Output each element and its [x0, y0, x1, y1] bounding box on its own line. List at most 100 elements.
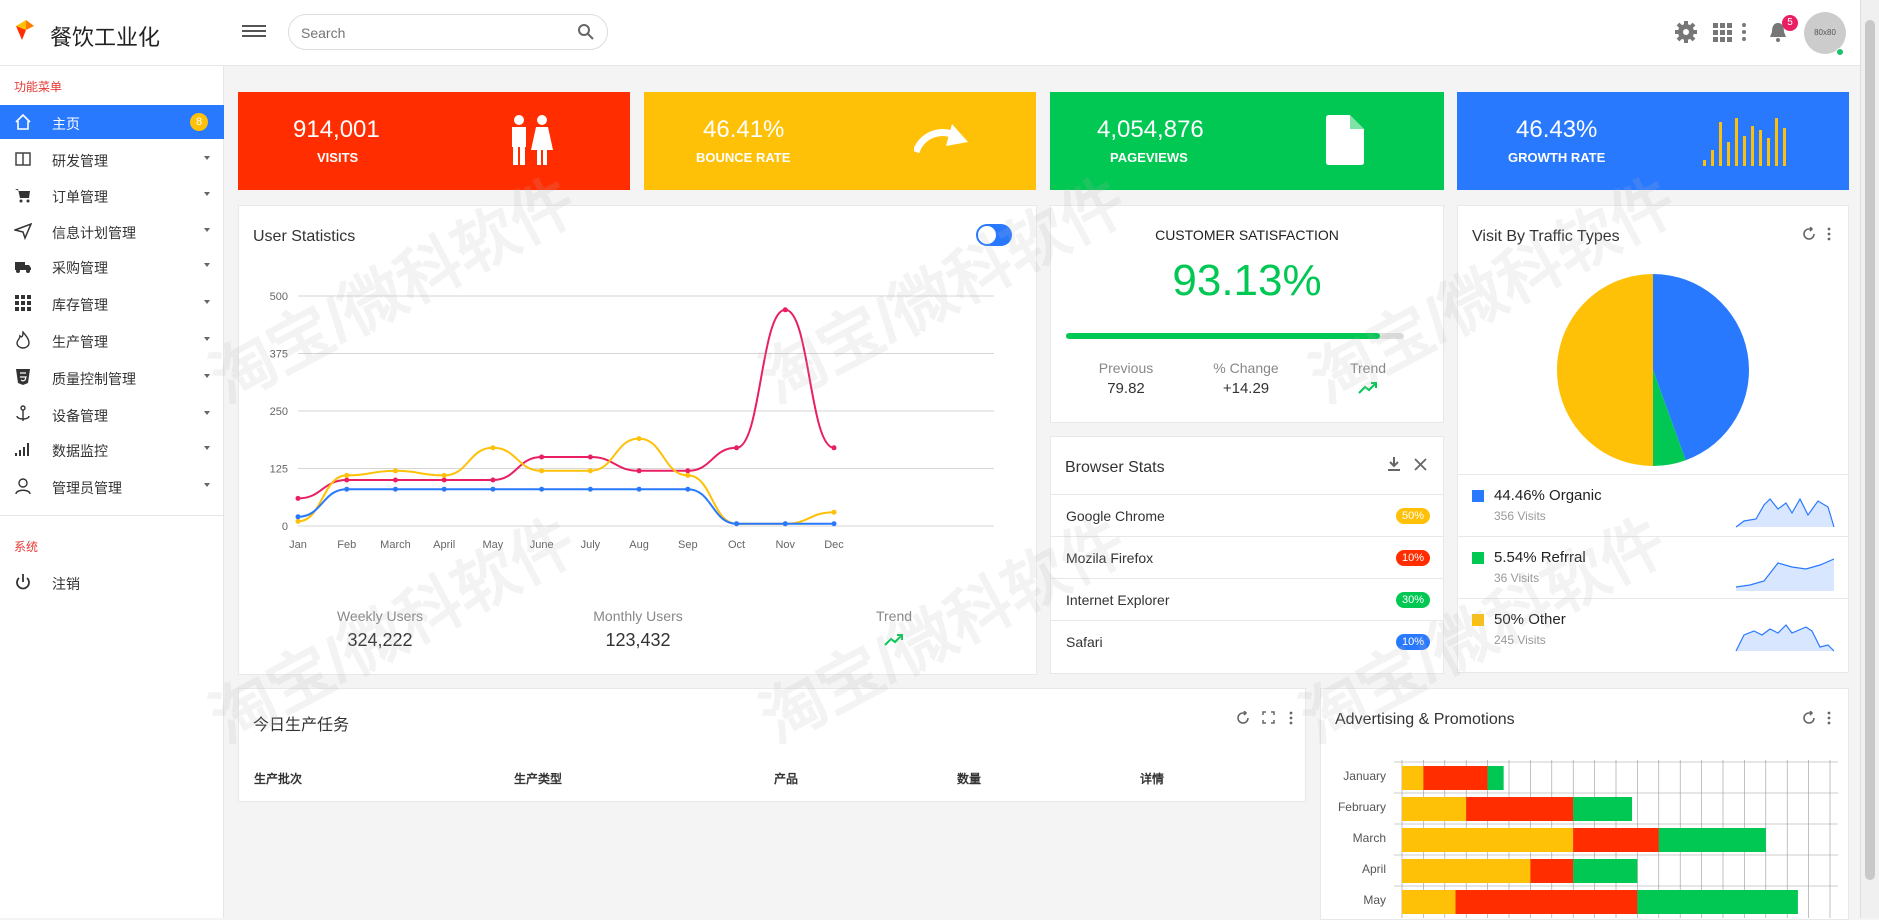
sidebar-item-equipment[interactable]: 设备管理: [0, 397, 224, 431]
legend-swatch: [1472, 552, 1484, 564]
data-point: [539, 468, 545, 474]
table-header: 生产批次: [254, 772, 303, 786]
people-icon: [512, 115, 553, 165]
sidebar-item-quality[interactable]: 质量控制管理: [0, 360, 224, 394]
bar-segment: [1402, 766, 1424, 790]
bar-segment: [1573, 828, 1659, 852]
refresh-icon[interactable]: [1802, 227, 1816, 241]
data-point: [636, 468, 642, 474]
stat-label: GROWTH RATE: [1508, 150, 1606, 165]
book-icon: [15, 152, 31, 166]
trending-up-icon: [884, 634, 903, 646]
apps-grid-icon[interactable]: [1710, 20, 1734, 44]
x-tick-label: Aug: [629, 539, 649, 551]
browser-percent-badge: 10%: [1395, 634, 1430, 650]
download-icon[interactable]: [1386, 456, 1402, 472]
y-tick-label: March: [1353, 831, 1386, 845]
data-point: [587, 454, 593, 460]
data-point: [685, 486, 691, 492]
trending-up-icon: [1358, 382, 1377, 394]
paper-plane-icon: [14, 222, 32, 240]
more-vertical-icon[interactable]: [1288, 711, 1294, 725]
x-tick-label: May: [483, 539, 504, 551]
cart-icon: [15, 189, 30, 203]
data-point: [344, 477, 350, 483]
y-tick-label: February: [1338, 800, 1386, 814]
x-tick-label: June: [530, 539, 554, 551]
fullscreen-icon[interactable]: [1262, 711, 1275, 724]
sidebar-item-purchase[interactable]: 采购管理: [0, 249, 224, 283]
data-point: [734, 521, 740, 527]
more-vertical-icon[interactable]: [1738, 20, 1750, 44]
sidebar-item-production[interactable]: 生产管理: [0, 323, 224, 357]
visits-card: 914,001 VISITS: [238, 92, 630, 190]
more-vertical-icon[interactable]: [1826, 711, 1832, 725]
menu-toggle-icon[interactable]: [242, 22, 266, 42]
sidebar-item-info-plan[interactable]: 信息计划管理: [0, 214, 224, 248]
sidebar-item-label: 注销: [52, 576, 80, 592]
sidebar-item-admins[interactable]: 管理员管理: [0, 469, 224, 503]
browser-row: Google Chrome 50%: [1050, 494, 1444, 536]
data-point: [295, 514, 301, 520]
user-stats-toggle[interactable]: [976, 224, 1012, 246]
sidebar: 功能菜单 主页 8 研发管理 订单管理 信息计划管理 采购管理 库存管理 生产管…: [0, 66, 224, 918]
chevron-down-icon: [204, 263, 210, 267]
page-scrollbar[interactable]: [1860, 0, 1879, 918]
sidebar-divider: [0, 515, 224, 516]
bar-segment: [1402, 828, 1574, 852]
table-header: 数量: [957, 772, 982, 786]
scrollbar-thumb[interactable]: [1865, 20, 1875, 880]
sidebar-item-logout[interactable]: 注销: [0, 565, 224, 599]
y-tick-label: April: [1362, 862, 1386, 876]
sidebar-item-rnd[interactable]: 研发管理: [0, 142, 224, 176]
panel-title: User Statistics: [253, 228, 356, 245]
traffic-row: 50% Other 245 Visits: [1458, 598, 1848, 660]
data-point: [734, 445, 740, 451]
data-point: [782, 307, 788, 313]
table-header: 产品: [774, 772, 799, 786]
y-tick-label: January: [1343, 769, 1386, 783]
legend-swatch: [1472, 614, 1484, 626]
data-point: [782, 521, 788, 527]
panel-title: 今日生产任务: [253, 717, 350, 734]
data-point: [490, 477, 496, 483]
data-point: [441, 472, 447, 478]
more-vertical-icon[interactable]: [1826, 227, 1832, 241]
gear-icon[interactable]: [1674, 20, 1698, 44]
sidebar-item-orders[interactable]: 订单管理: [0, 178, 224, 212]
sidebar-item-label: 库存管理: [52, 297, 108, 313]
sidebar-item-monitoring[interactable]: 数据监控: [0, 432, 224, 466]
data-point: [539, 486, 545, 492]
legend-swatch: [1472, 490, 1484, 502]
sidebar-item-home[interactable]: 主页 8: [0, 105, 224, 139]
chevron-down-icon: [204, 374, 210, 378]
search-icon[interactable]: [577, 23, 595, 41]
sidebar-item-label: 采购管理: [52, 260, 108, 276]
close-icon[interactable]: [1414, 458, 1427, 471]
chevron-down-icon: [204, 192, 210, 196]
table-header: 详情: [1140, 772, 1165, 786]
document-icon: [1326, 115, 1364, 165]
trend-label: Trend: [875, 608, 913, 624]
search-input[interactable]: [301, 23, 571, 43]
browser-name: Safari: [1066, 634, 1103, 650]
x-tick-label: Nov: [775, 539, 795, 551]
sidebar-section-title: 功能菜单: [14, 80, 63, 94]
stat-value: 46.43%: [1516, 116, 1598, 143]
data-point: [831, 521, 837, 527]
chevron-down-icon: [204, 483, 210, 487]
data-point: [295, 495, 301, 501]
x-tick-label: July: [581, 539, 601, 551]
y-tick-label: 125: [270, 464, 288, 476]
sidebar-item-label: 数据监控: [52, 443, 108, 459]
x-tick-label: Jan: [289, 539, 307, 551]
refresh-icon[interactable]: [1802, 711, 1816, 725]
signal-bars-icon: [15, 443, 29, 456]
data-point: [344, 486, 350, 492]
previous-value: 79.82: [1107, 380, 1145, 397]
stat-value: 914,001: [293, 116, 380, 143]
sidebar-item-label: 设备管理: [52, 408, 108, 424]
refresh-icon[interactable]: [1236, 711, 1250, 725]
toggle-knob: [978, 226, 996, 244]
sidebar-item-inventory[interactable]: 库存管理: [0, 286, 224, 320]
